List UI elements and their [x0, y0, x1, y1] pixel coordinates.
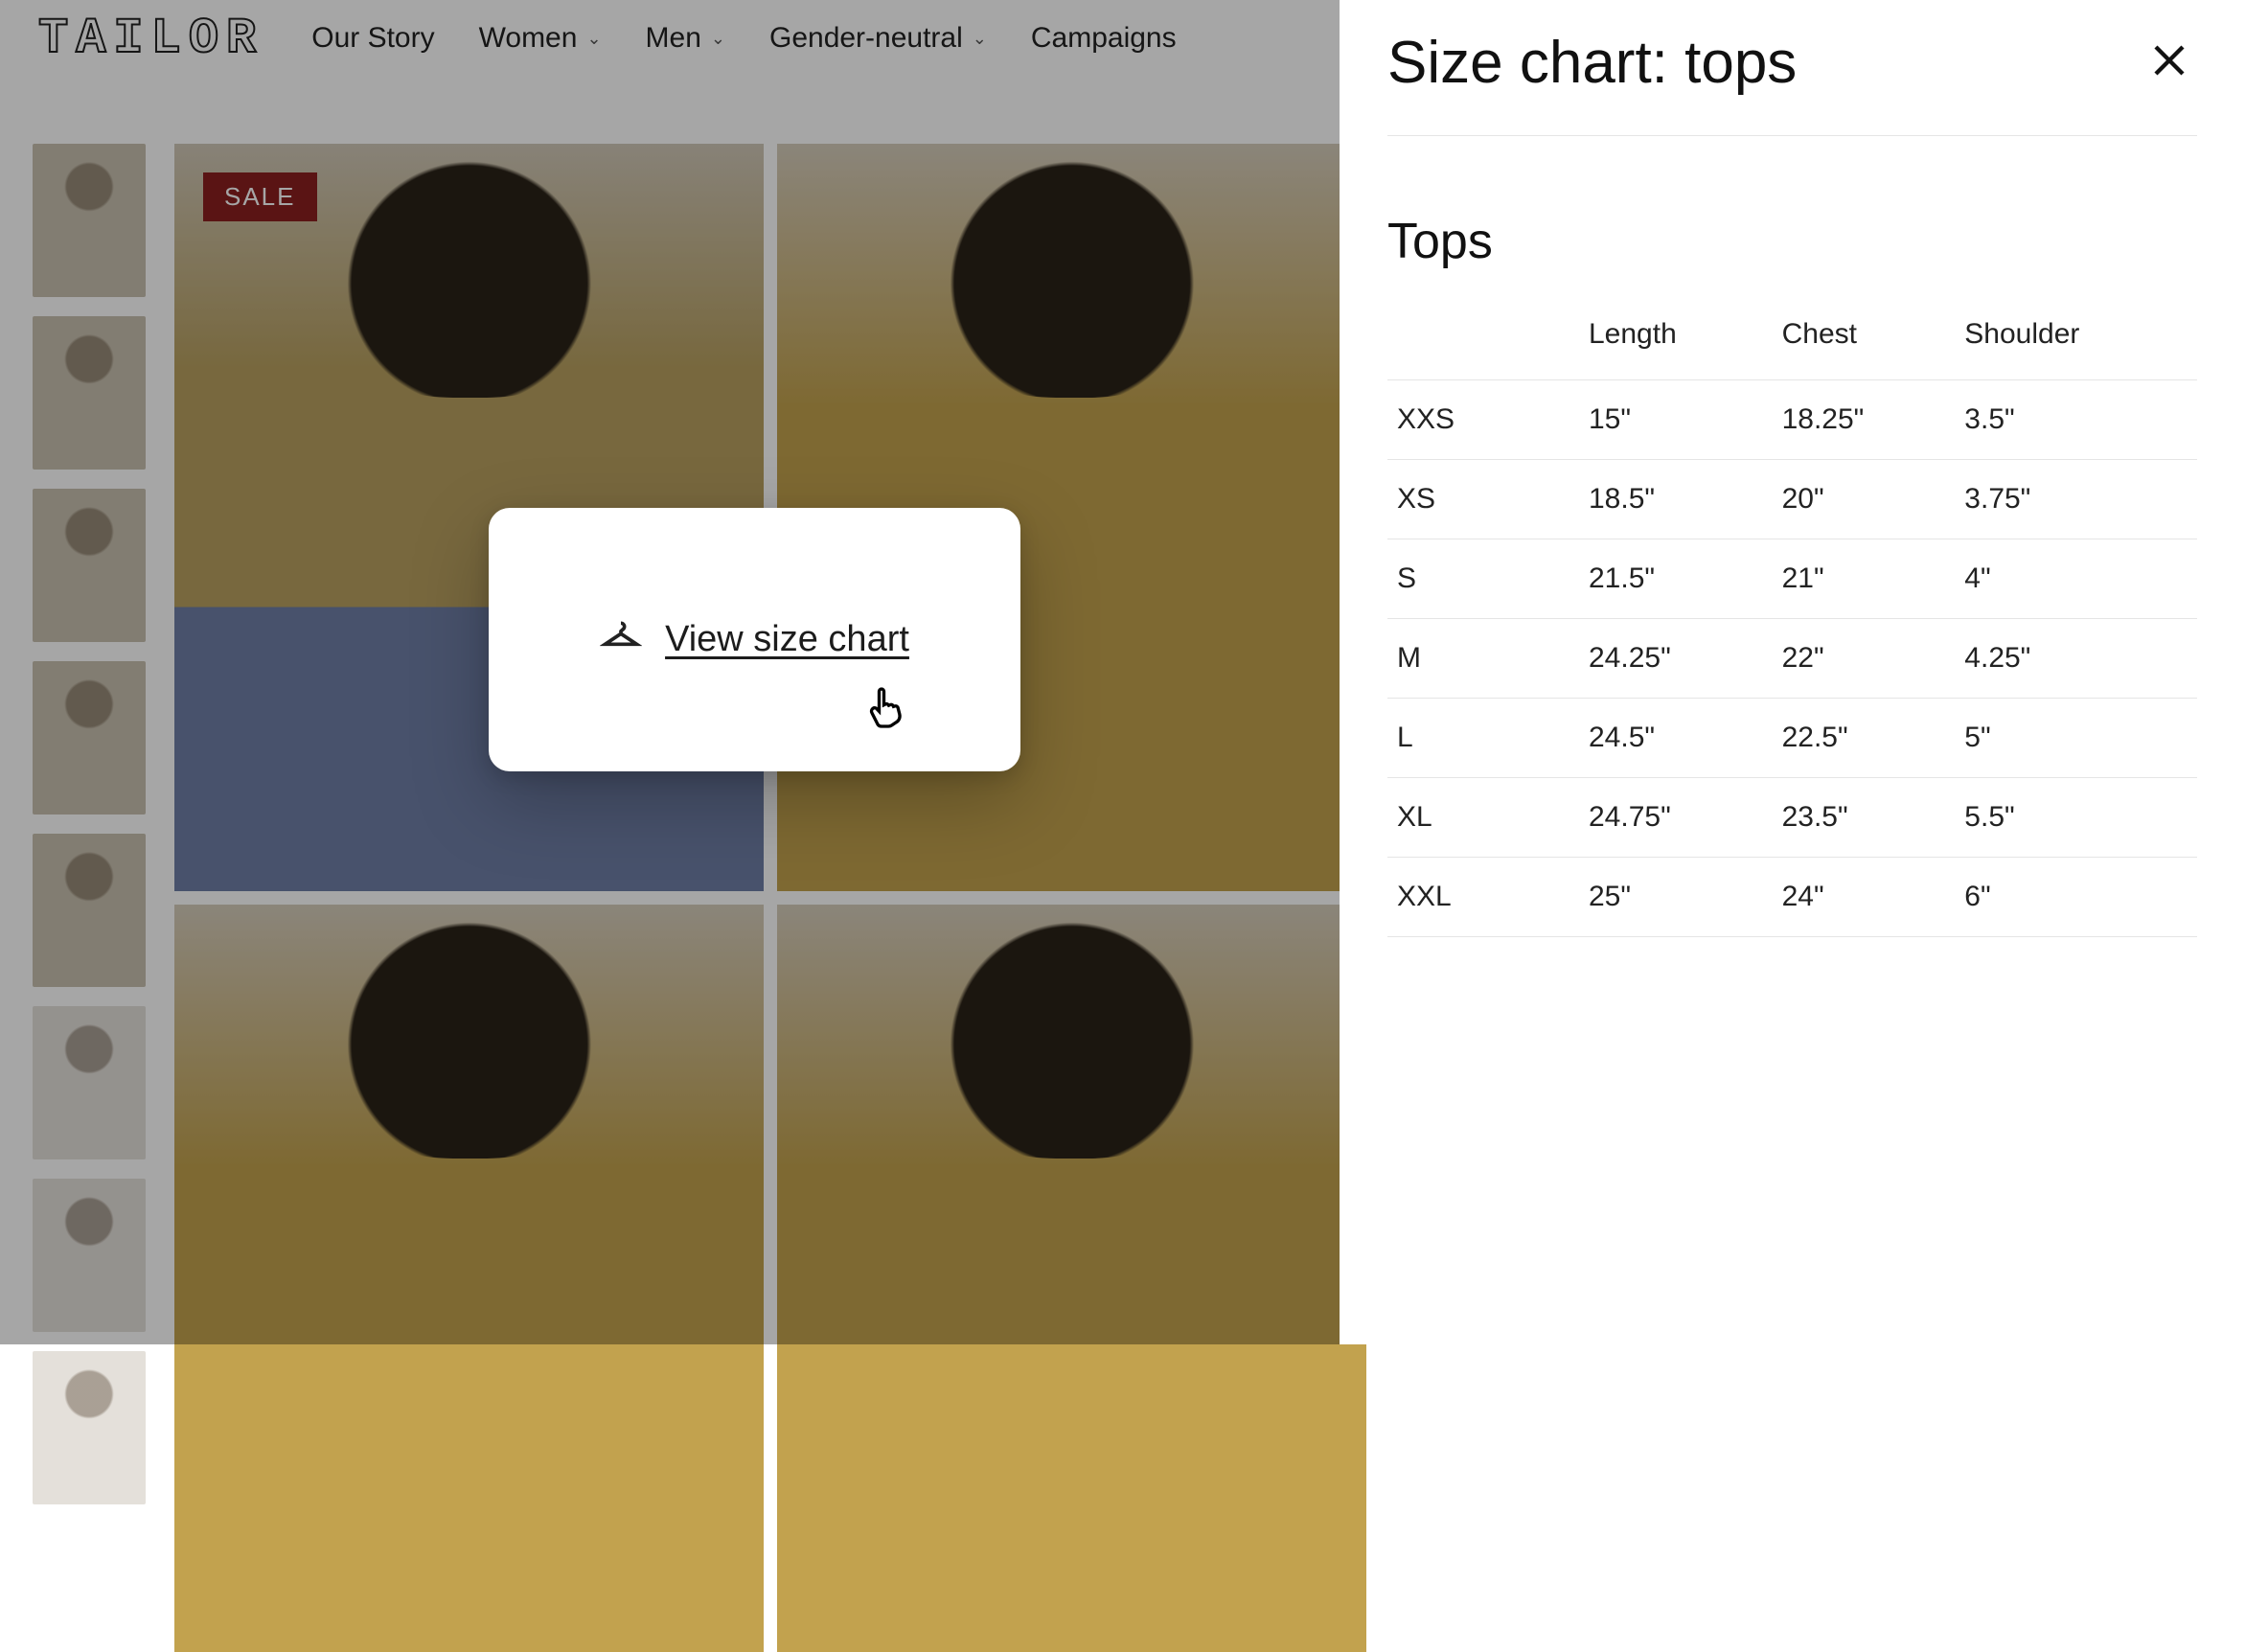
size-chart-drawer: Size chart: tops Tops Length Chest Shoul…	[1340, 0, 2245, 1344]
table-cell: 24"	[1773, 858, 1956, 937]
table-cell: 24.25"	[1579, 619, 1773, 699]
thumbnail-rail	[33, 144, 146, 1344]
product-thumbnail[interactable]	[33, 144, 146, 297]
drawer-title: Size chart: tops	[1387, 29, 1797, 97]
table-header: Length	[1579, 318, 1773, 380]
nav-campaigns[interactable]: Campaigns	[1031, 22, 1177, 55]
nav-women[interactable]: Women ⌄	[479, 22, 602, 55]
table-cell: 3.5"	[1955, 380, 2197, 460]
sale-badge: SALE	[203, 172, 317, 221]
table-cell: 3.75"	[1955, 460, 2197, 539]
chevron-down-icon: ⌄	[973, 29, 987, 49]
table-cell: S	[1387, 539, 1579, 619]
size-chart-table: Length Chest Shoulder XXS15"18.25"3.5"XS…	[1387, 318, 2197, 937]
table-cell: 21.5"	[1579, 539, 1773, 619]
table-header-row: Length Chest Shoulder	[1387, 318, 2197, 380]
table-cell: 25"	[1579, 858, 1773, 937]
close-button[interactable]	[2142, 33, 2197, 93]
pointer-cursor-icon	[867, 685, 905, 731]
table-cell: XL	[1387, 778, 1579, 858]
nav-label: Men	[646, 22, 701, 55]
table-cell: 15"	[1579, 380, 1773, 460]
table-row: XXL25"24"6"	[1387, 858, 2197, 937]
hanger-icon	[600, 616, 642, 663]
table-cell: 6"	[1955, 858, 2197, 937]
product-thumbnail[interactable]	[33, 489, 146, 642]
product-thumbnail[interactable]	[33, 1006, 146, 1159]
table-header: Shoulder	[1955, 318, 2197, 380]
nav-men[interactable]: Men ⌄	[646, 22, 725, 55]
site-logo[interactable]: TAILOR	[38, 11, 263, 67]
product-thumbnail[interactable]	[33, 834, 146, 987]
close-icon	[2149, 68, 2189, 84]
product-image[interactable]	[777, 905, 1366, 1652]
table-cell: L	[1387, 699, 1579, 778]
nav-label: Our Story	[311, 22, 434, 55]
table-cell: 18.5"	[1579, 460, 1773, 539]
nav-label: Gender-neutral	[769, 22, 963, 55]
nav-label: Campaigns	[1031, 22, 1177, 55]
table-cell: 22"	[1773, 619, 1956, 699]
chevron-down-icon: ⌄	[711, 29, 725, 49]
product-thumbnail[interactable]	[33, 1179, 146, 1332]
table-cell: XXL	[1387, 858, 1579, 937]
table-row: XL24.75"23.5"5.5"	[1387, 778, 2197, 858]
table-row: XS18.5"20"3.75"	[1387, 460, 2197, 539]
table-cell: M	[1387, 619, 1579, 699]
product-thumbnail[interactable]	[33, 661, 146, 815]
table-cell: 18.25"	[1773, 380, 1956, 460]
table-cell: 4.25"	[1955, 619, 2197, 699]
table-cell: 20"	[1773, 460, 1956, 539]
product-thumbnail[interactable]	[33, 316, 146, 470]
table-cell: 5.5"	[1955, 778, 2197, 858]
size-chart-popover: View size chart	[489, 508, 1020, 771]
view-size-chart-link[interactable]: View size chart	[665, 619, 909, 660]
table-cell: XXS	[1387, 380, 1579, 460]
main-nav: Our Story Women ⌄ Men ⌄ Gender-neutral ⌄…	[311, 22, 1176, 55]
table-cell: 21"	[1773, 539, 1956, 619]
table-row: M24.25"22"4.25"	[1387, 619, 2197, 699]
table-header	[1387, 318, 1579, 380]
table-cell: 23.5"	[1773, 778, 1956, 858]
chevron-down-icon: ⌄	[586, 29, 601, 49]
table-row: S21.5"21"4"	[1387, 539, 2197, 619]
table-cell: 24.75"	[1579, 778, 1773, 858]
product-thumbnail[interactable]	[33, 1351, 146, 1504]
table-cell: 5"	[1955, 699, 2197, 778]
table-row: L24.5"22.5"5"	[1387, 699, 2197, 778]
table-cell: 22.5"	[1773, 699, 1956, 778]
table-row: XXS15"18.25"3.5"	[1387, 380, 2197, 460]
nav-our-story[interactable]: Our Story	[311, 22, 434, 55]
section-title: Tops	[1387, 213, 2197, 270]
table-cell: XS	[1387, 460, 1579, 539]
table-header: Chest	[1773, 318, 1956, 380]
product-image[interactable]	[174, 905, 764, 1652]
table-cell: 4"	[1955, 539, 2197, 619]
nav-label: Women	[479, 22, 578, 55]
nav-gender-neutral[interactable]: Gender-neutral ⌄	[769, 22, 987, 55]
table-cell: 24.5"	[1579, 699, 1773, 778]
